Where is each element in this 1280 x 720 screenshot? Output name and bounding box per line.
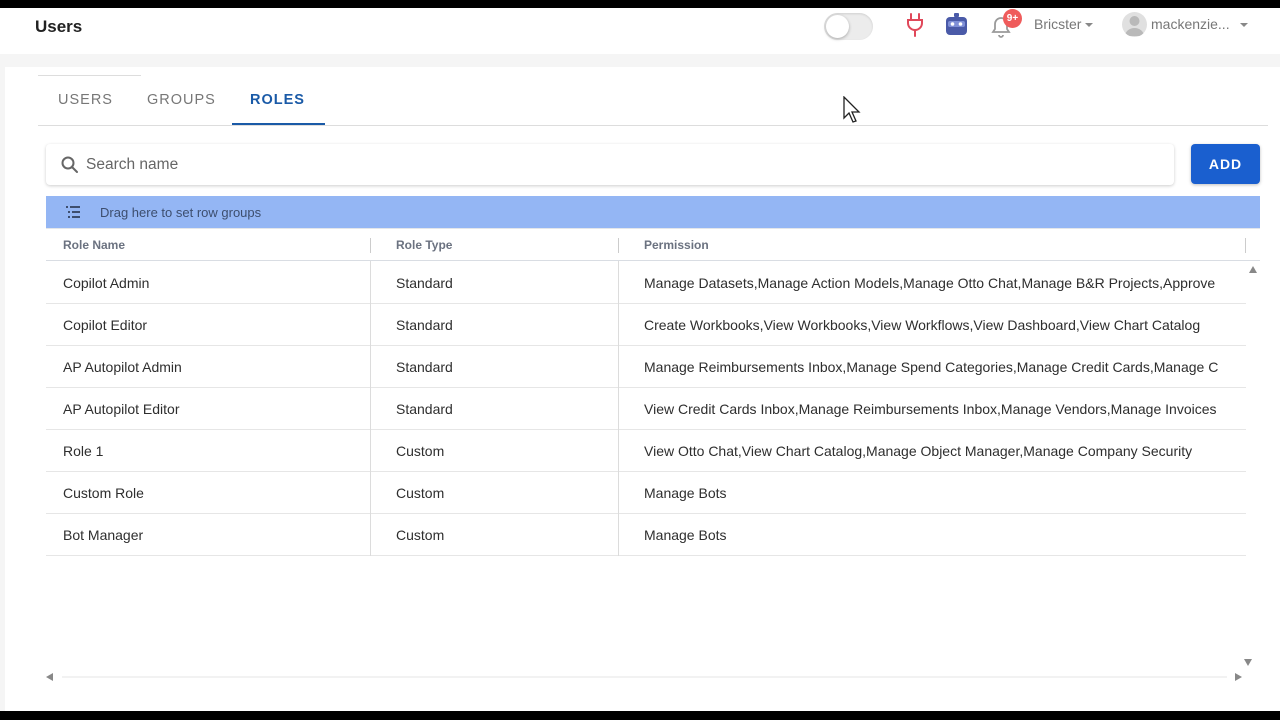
role-type-cell: Standard bbox=[396, 359, 453, 375]
row-group-drop-zone[interactable]: Drag here to set row groups bbox=[46, 196, 1260, 228]
tab-groups[interactable]: GROUPS bbox=[147, 92, 216, 108]
toggle-knob bbox=[826, 15, 849, 38]
content-card: USERS GROUPS ROLES ADD Drag here to set … bbox=[5, 67, 1280, 711]
role-name-cell: AP Autopilot Editor bbox=[63, 401, 180, 417]
grid-header: Role Name Role Type Permission bbox=[46, 228, 1260, 261]
plug-icon[interactable] bbox=[904, 12, 926, 38]
column-header-role-type[interactable]: Role Type bbox=[396, 238, 452, 252]
column-header-role-name[interactable]: Role Name bbox=[63, 238, 125, 252]
user-name: mackenzie... bbox=[1151, 16, 1230, 32]
bot-icon[interactable] bbox=[943, 12, 970, 38]
permission-cell: Manage Bots bbox=[644, 485, 727, 501]
page-title: Users bbox=[35, 17, 83, 36]
permission-cell: View Otto Chat,View Chart Catalog,Manage… bbox=[644, 443, 1193, 459]
horizontal-scrollbar[interactable] bbox=[62, 676, 1227, 678]
search-box bbox=[46, 144, 1174, 185]
search-icon bbox=[61, 156, 78, 173]
role-type-cell: Custom bbox=[396, 485, 445, 501]
table-row[interactable]: AP Autopilot Admin Standard Manage Reimb… bbox=[46, 346, 1246, 388]
column-divider bbox=[370, 261, 371, 556]
permission-cell: Manage Datasets,Manage Action Models,Man… bbox=[644, 275, 1216, 291]
theme-toggle[interactable] bbox=[824, 13, 873, 40]
permission-cell: Create Workbooks,View Workbooks,View Wor… bbox=[644, 317, 1201, 333]
column-resize-handle[interactable] bbox=[370, 238, 371, 253]
row-group-hint: Drag here to set row groups bbox=[100, 205, 262, 220]
column-resize-handle[interactable] bbox=[618, 238, 619, 253]
app-page: Users 9+ Bricster mackenzie... USERS GRO… bbox=[0, 8, 1280, 711]
user-menu[interactable]: mackenzie... bbox=[1151, 16, 1248, 32]
role-type-cell: Custom bbox=[396, 443, 445, 459]
role-name-cell: Bot Manager bbox=[63, 527, 144, 543]
mouse-cursor-icon bbox=[843, 96, 861, 123]
add-button[interactable]: ADD bbox=[1191, 144, 1260, 184]
list-icon bbox=[66, 206, 80, 218]
company-selector[interactable]: Bricster bbox=[1034, 16, 1094, 32]
scroll-down-arrow[interactable] bbox=[1244, 659, 1252, 666]
role-type-cell: Standard bbox=[396, 275, 453, 291]
tab-users[interactable]: USERS bbox=[58, 92, 113, 108]
role-name-cell: Copilot Editor bbox=[63, 317, 148, 333]
permission-cell: Manage Bots bbox=[644, 527, 727, 543]
role-name-cell: Role 1 bbox=[63, 443, 104, 459]
search-input[interactable] bbox=[86, 144, 1166, 185]
column-header-permission[interactable]: Permission bbox=[644, 238, 709, 252]
role-name-cell: Custom Role bbox=[63, 485, 144, 501]
scroll-up-arrow[interactable] bbox=[1249, 266, 1257, 273]
table-row[interactable]: AP Autopilot Editor Standard View Credit… bbox=[46, 388, 1246, 430]
tab-indicator-remnant bbox=[38, 75, 141, 76]
scroll-right-arrow[interactable] bbox=[1235, 673, 1242, 681]
chevron-down-icon bbox=[1085, 23, 1094, 28]
tabs-divider bbox=[38, 125, 1268, 126]
role-type-cell: Standard bbox=[396, 401, 453, 417]
tab-roles[interactable]: ROLES bbox=[250, 92, 305, 108]
table-row[interactable]: Bot Manager Custom Manage Bots bbox=[46, 514, 1246, 556]
role-type-cell: Standard bbox=[396, 317, 453, 333]
role-name-cell: Copilot Admin bbox=[63, 275, 150, 291]
role-name-cell: AP Autopilot Admin bbox=[63, 359, 182, 375]
table-row[interactable]: Copilot Editor Standard Create Workbooks… bbox=[46, 304, 1246, 346]
company-name: Bricster bbox=[1034, 16, 1082, 32]
chevron-down-icon bbox=[1239, 23, 1248, 28]
table-row[interactable]: Role 1 Custom View Otto Chat,View Chart … bbox=[46, 430, 1246, 472]
table-row[interactable]: Copilot Admin Standard Manage Datasets,M… bbox=[46, 262, 1246, 304]
column-resize-handle[interactable] bbox=[1245, 238, 1246, 253]
permission-cell: View Credit Cards Inbox,Manage Reimburse… bbox=[644, 401, 1217, 417]
roles-grid: Role Name Role Type Permission Copilot A… bbox=[46, 228, 1260, 658]
scroll-left-arrow[interactable] bbox=[46, 673, 53, 681]
role-type-cell: Custom bbox=[396, 527, 445, 543]
column-divider bbox=[618, 261, 619, 556]
table-row[interactable]: Custom Role Custom Manage Bots bbox=[46, 472, 1246, 514]
permission-cell: Manage Reimbursements Inbox,Manage Spend… bbox=[644, 359, 1219, 375]
avatar[interactable] bbox=[1122, 12, 1147, 37]
top-header: Users 9+ Bricster mackenzie... bbox=[0, 8, 1280, 54]
user-avatar-icon bbox=[1125, 16, 1144, 36]
notification-badge: 9+ bbox=[1003, 9, 1022, 28]
